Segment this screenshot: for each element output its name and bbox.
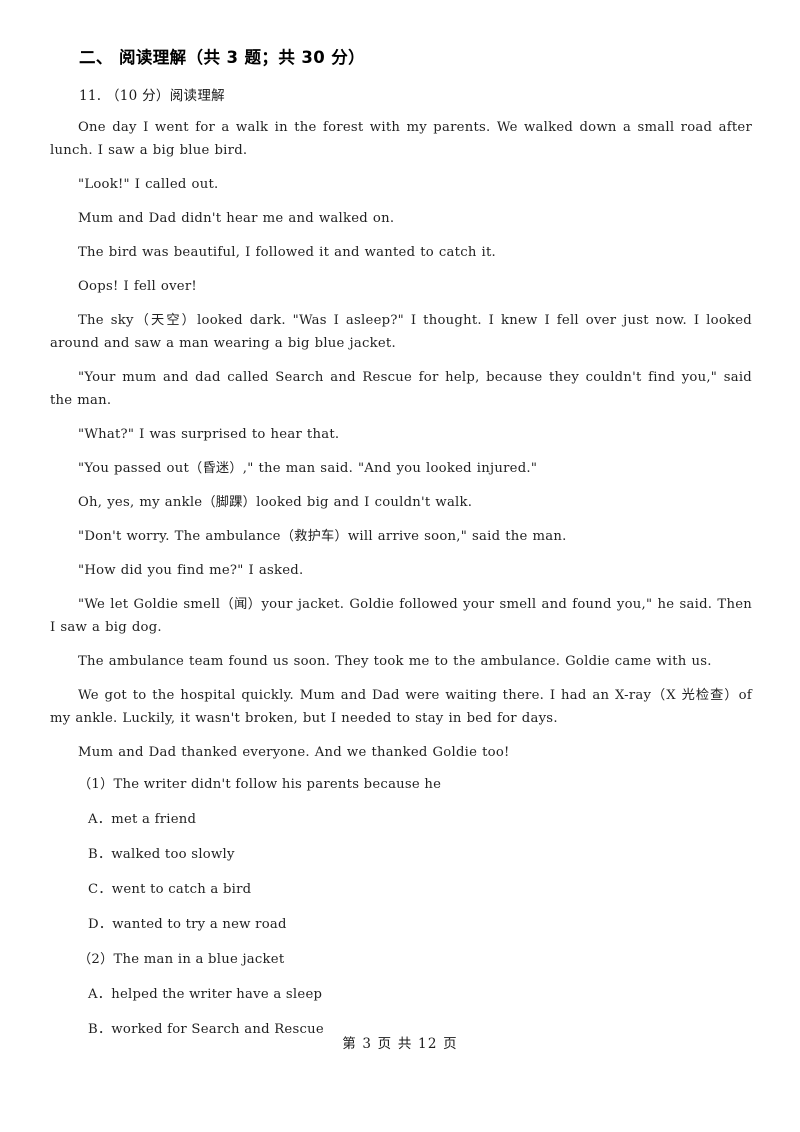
passage-paragraph: Mum and Dad thanked everyone. And we tha… — [78, 745, 510, 760]
question-stem: （1）The writer didn't follow his parents … — [78, 777, 442, 792]
passage-paragraph: The ambulance team found us soon. They t… — [78, 654, 712, 669]
passage-paragraph: Oops! I fell over! — [78, 279, 197, 294]
passage-paragraph: The bird was beautiful, I followed it an… — [78, 245, 496, 260]
passage-paragraph: "We let Goldie smell（闻）your jacket. Gold… — [50, 597, 752, 635]
question-number-line: 11. （10 分）阅读理解 — [79, 88, 225, 104]
passage-paragraph: "You passed out（昏迷）," the man said. "And… — [78, 461, 538, 476]
passage-paragraph: "Don't worry. The ambulance（救护车）will arr… — [78, 529, 567, 544]
reading-passage: One day I went for a walk in the forest … — [50, 116, 752, 775]
question-stem: （2）The man in a blue jacket — [78, 952, 285, 967]
question-option[interactable]: A．met a friend — [50, 808, 752, 831]
question-option[interactable]: B．walked too slowly — [50, 843, 752, 866]
section-heading: 二、 阅读理解（共 3 题；共 30 分） — [79, 48, 366, 67]
exam-page: 二、 阅读理解（共 3 题；共 30 分） 11. （10 分）阅读理解 One… — [0, 0, 800, 1132]
page-footer: 第 3 页 共 12 页 — [342, 1036, 458, 1052]
question-option[interactable]: D．wanted to try a new road — [50, 913, 752, 936]
passage-paragraph: "Your mum and dad called Search and Resc… — [50, 370, 752, 408]
passage-paragraph: Mum and Dad didn't hear me and walked on… — [78, 211, 395, 226]
questions-list: （1）The writer didn't follow his parents … — [50, 773, 752, 1053]
question-option[interactable]: C．went to catch a bird — [50, 878, 752, 901]
passage-paragraph: Oh, yes, my ankle（脚踝）looked big and I co… — [78, 495, 473, 510]
passage-paragraph: The sky（天空）looked dark. "Was I asleep?" … — [50, 313, 752, 351]
passage-paragraph: We got to the hospital quickly. Mum and … — [50, 688, 752, 726]
passage-paragraph: "Look!" I called out. — [78, 177, 219, 192]
question-option[interactable]: A．helped the writer have a sleep — [50, 983, 752, 1006]
passage-paragraph: "What?" I was surprised to hear that. — [78, 427, 340, 442]
passage-paragraph: One day I went for a walk in the forest … — [50, 120, 752, 158]
passage-paragraph: "How did you find me?" I asked. — [78, 563, 304, 578]
